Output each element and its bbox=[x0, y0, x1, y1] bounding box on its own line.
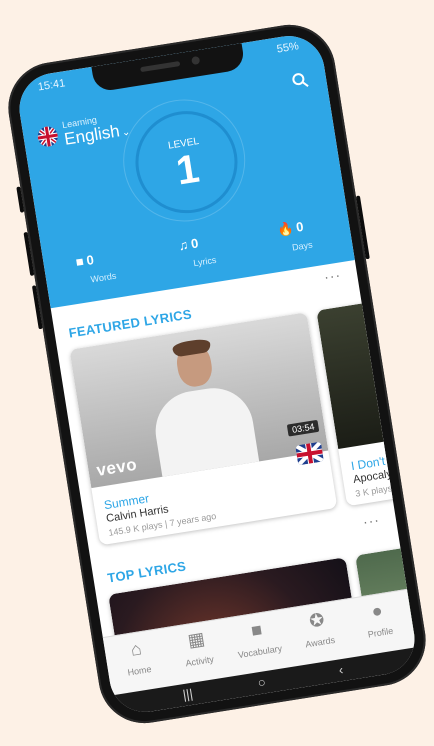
top-lyrics-title: TOP LYRICS bbox=[106, 558, 188, 586]
status-battery: 55% bbox=[276, 40, 300, 56]
back-button[interactable]: ‹ bbox=[338, 662, 345, 677]
book-icon: ■ bbox=[74, 253, 85, 270]
search-icon[interactable] bbox=[291, 71, 309, 89]
stat-lyrics: ♫0 Lyrics bbox=[177, 235, 218, 269]
stat-words: ■0 Words bbox=[74, 251, 117, 285]
video-thumbnail: vevo 03:54 bbox=[69, 312, 329, 489]
front-camera bbox=[191, 55, 201, 66]
stat-days: 🔥0 Days bbox=[276, 218, 314, 253]
vevo-logo: vevo bbox=[95, 454, 139, 480]
volume-up-button bbox=[23, 231, 35, 276]
recent-apps-button[interactable]: ||| bbox=[182, 686, 194, 702]
calendar-icon: ▦ bbox=[186, 628, 207, 651]
video-duration: 03:54 bbox=[287, 419, 320, 437]
featured-card-summer[interactable]: vevo 03:54 Summer Calvin Harris 145.9 K … bbox=[69, 312, 338, 546]
award-icon: ✪ bbox=[307, 609, 326, 632]
book-icon: ■ bbox=[249, 619, 264, 641]
tab-vocabulary[interactable]: ■ Vocabulary bbox=[224, 615, 291, 664]
person-icon: ● bbox=[370, 600, 384, 622]
power-button bbox=[355, 195, 370, 260]
mute-switch bbox=[16, 186, 25, 213]
music-note-icon: ♫ bbox=[177, 237, 190, 254]
home-icon: ⌂ bbox=[129, 638, 143, 660]
song-meta: 3 K plays bbox=[354, 483, 393, 499]
tab-home[interactable]: ⌂ Home bbox=[104, 634, 171, 683]
language-selector[interactable]: Learning English⌄ bbox=[36, 115, 131, 149]
featured-more-button[interactable]: ··· bbox=[323, 266, 342, 284]
uk-flag-icon bbox=[295, 441, 324, 466]
home-nav-button[interactable]: ○ bbox=[257, 674, 267, 690]
tab-awards[interactable]: ✪ Awards bbox=[285, 606, 352, 655]
status-time: 15:41 bbox=[37, 77, 67, 94]
speaker bbox=[140, 61, 181, 73]
phone-frame: 15:41 55% Learning English⌄ LEVEL 1 ■0 W… bbox=[1, 18, 433, 730]
volume-down-button bbox=[31, 285, 43, 330]
top-more-button[interactable]: ··· bbox=[362, 511, 381, 529]
screen: 15:41 55% Learning English⌄ LEVEL 1 ■0 W… bbox=[14, 30, 420, 718]
tab-profile[interactable]: ● Profile bbox=[345, 596, 412, 645]
flame-icon: 🔥 bbox=[276, 220, 295, 238]
uk-flag-icon bbox=[36, 125, 60, 148]
tab-activity[interactable]: ▦ Activity bbox=[164, 625, 231, 674]
video-thumbnail bbox=[316, 295, 420, 449]
thumbnail-person bbox=[149, 382, 261, 487]
